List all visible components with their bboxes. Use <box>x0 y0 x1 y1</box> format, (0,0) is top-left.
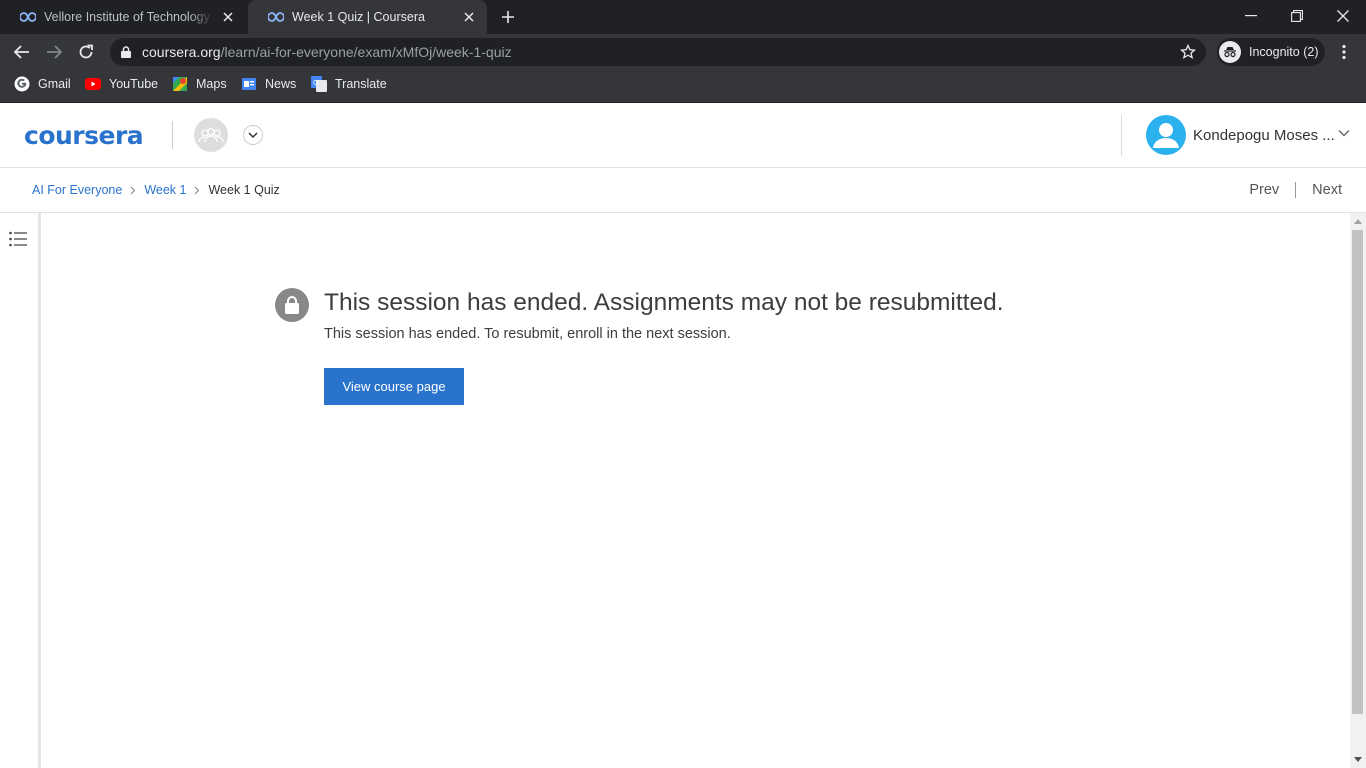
nav-divider <box>1295 182 1297 198</box>
user-name[interactable]: Kondepogu Moses ... <box>1193 127 1335 144</box>
google-g-icon <box>14 76 30 92</box>
back-arrow-icon[interactable] <box>12 42 32 62</box>
next-link[interactable]: Next <box>1312 182 1342 198</box>
main-content: This session has ended. Assignments may … <box>41 213 1350 768</box>
coursera-favicon-icon <box>268 12 284 22</box>
page-scrollbar[interactable] <box>1350 213 1366 768</box>
chevron-right-icon <box>130 186 136 195</box>
prev-next-nav: Prev Next <box>1249 182 1342 198</box>
chevron-down-icon[interactable] <box>243 125 263 145</box>
chevron-right-icon <box>194 186 200 195</box>
browser-tabstrip: Vellore Institute of Technology | C Week… <box>0 0 1366 34</box>
session-ended-heading: This session has ended. Assignments may … <box>324 289 1004 316</box>
bookmark-translate[interactable]: G Translate <box>311 69 387 99</box>
breadcrumb-current: Week 1 Quiz <box>208 183 280 197</box>
breadcrumb: AI For Everyone Week 1 Week 1 Quiz <box>32 183 280 197</box>
user-avatar-icon[interactable] <box>1146 115 1186 155</box>
new-tab-plus-icon[interactable] <box>499 8 517 26</box>
scroll-down-arrow-icon[interactable] <box>1354 757 1362 762</box>
youtube-icon <box>85 76 101 92</box>
incognito-label: Incognito (2) <box>1249 45 1319 59</box>
bookmark-maps[interactable]: Maps <box>172 69 227 99</box>
incognito-indicator[interactable]: Incognito (2) <box>1217 38 1325 66</box>
minimize-icon[interactable] <box>1241 6 1261 26</box>
window-close-icon[interactable] <box>1333 6 1353 26</box>
list-menu-icon[interactable] <box>9 231 27 247</box>
chevron-down-icon[interactable] <box>1338 129 1350 137</box>
address-bar[interactable]: coursera.org/learn/ai-for-everyone/exam/… <box>110 38 1206 66</box>
breadcrumb-bar: AI For Everyone Week 1 Week 1 Quiz Prev … <box>0 168 1366 213</box>
browser-toolbar: coursera.org/learn/ai-for-everyone/exam/… <box>0 34 1366 69</box>
scrollbar-thumb[interactable] <box>1352 230 1363 714</box>
forward-arrow-icon[interactable] <box>44 42 64 62</box>
coursera-logo[interactable]: coursera <box>24 121 144 150</box>
bookmark-star-icon[interactable] <box>1180 44 1196 60</box>
course-outline-sidebar <box>0 213 41 768</box>
view-course-page-button[interactable]: View course page <box>324 368 464 405</box>
session-ended-message: This session has ended. To resubmit, enr… <box>324 326 731 342</box>
coursera-favicon-icon <box>20 12 36 22</box>
header-divider <box>172 121 173 149</box>
translate-icon: G <box>311 76 327 92</box>
prev-link[interactable]: Prev <box>1249 182 1279 198</box>
site-header: coursera Kondepogu Moses ... <box>0 103 1366 168</box>
bookmark-gmail[interactable]: Gmail <box>14 69 71 99</box>
browser-menu-icon[interactable] <box>1336 42 1352 62</box>
tab-close-icon[interactable] <box>461 9 477 25</box>
tab-title: Vellore Institute of Technology | C <box>44 10 214 24</box>
maps-icon <box>172 76 188 92</box>
browser-tab-week1-quiz[interactable]: Week 1 Quiz | Coursera <box>248 0 487 34</box>
lock-icon <box>121 46 131 58</box>
tab-close-icon[interactable] <box>220 9 236 25</box>
breadcrumb-course[interactable]: AI For Everyone <box>32 183 122 197</box>
incognito-icon <box>1219 41 1241 63</box>
lock-icon <box>275 288 309 322</box>
url-text: coursera.org/learn/ai-for-everyone/exam/… <box>142 44 512 60</box>
browser-tab-vit[interactable]: Vellore Institute of Technology | C <box>0 0 246 34</box>
news-icon <box>241 76 257 92</box>
tab-title: Week 1 Quiz | Coursera <box>292 10 425 24</box>
group-icon[interactable] <box>194 118 228 152</box>
scroll-up-arrow-icon[interactable] <box>1354 219 1362 224</box>
bookmark-youtube[interactable]: YouTube <box>85 69 158 99</box>
breadcrumb-week[interactable]: Week 1 <box>144 183 186 197</box>
header-divider <box>1121 115 1122 156</box>
svg-text:G: G <box>313 79 318 87</box>
bookmarks-bar: Gmail YouTube Maps News G Translate <box>0 69 1366 103</box>
restore-icon[interactable] <box>1287 6 1307 26</box>
bookmark-news[interactable]: News <box>241 69 296 99</box>
reload-icon[interactable] <box>76 42 96 62</box>
